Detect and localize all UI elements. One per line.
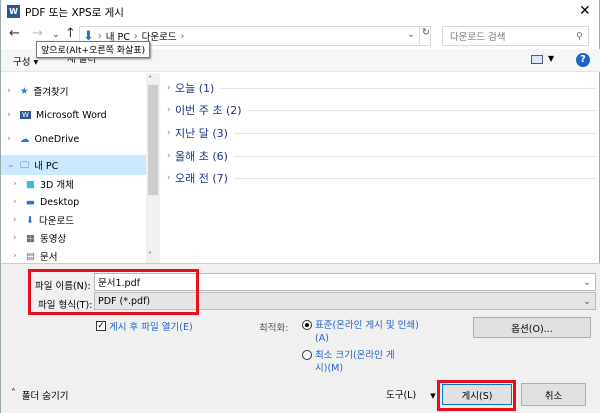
address-dropdown-icon[interactable]: ⌄ xyxy=(407,29,415,40)
sidebar-item-desktop[interactable]: Desktop xyxy=(40,197,79,208)
group-label: 올해 초 (6) xyxy=(175,150,228,163)
cloud-icon: ☁ xyxy=(20,133,30,145)
dialog-window: W PDF 또는 XPS로 게시 ✕ ← → ⌄ ↑ ⬇ › 내 PC › 다운로드… xyxy=(0,0,600,413)
sidebar-item-word[interactable]: Microsoft Word xyxy=(36,110,107,121)
sidebar-scrollbar[interactable]: ˄ ˅ xyxy=(146,73,160,263)
hide-folders-button[interactable]: ˄ 폴더 숨기기 xyxy=(11,388,68,402)
highlight-box-publish xyxy=(437,380,516,411)
group-earlier-this-year[interactable]: › 올해 초 (6) xyxy=(167,148,597,164)
group-last-month[interactable]: › 지난 달 (3) xyxy=(167,125,597,141)
back-button[interactable]: ← xyxy=(9,26,20,41)
video-icon: ▦ xyxy=(26,232,35,244)
close-button[interactable]: ✕ xyxy=(579,3,591,19)
group-earlier-this-week[interactable]: › 이번 주 초 (2) xyxy=(167,102,597,118)
word-icon: W xyxy=(7,5,20,18)
view-icon[interactable] xyxy=(531,55,543,64)
radio-minimum-label: 최소 크기(온라인 게시)(M) xyxy=(315,350,395,374)
dropdown-icon: ▼ xyxy=(430,392,436,400)
group-label: 오늘 (1) xyxy=(175,82,215,95)
sidebar-item-my-pc[interactable]: 내 PC xyxy=(34,158,58,172)
group-label: 이번 주 초 (2) xyxy=(175,104,242,117)
search-icon: ⚲ xyxy=(576,30,583,42)
group-label: 지난 달 (3) xyxy=(175,127,228,140)
refresh-button[interactable]: ↻ xyxy=(419,27,433,45)
document-icon: ▤ xyxy=(26,250,35,262)
view-dropdown-icon[interactable]: ▼ xyxy=(548,54,554,63)
cancel-button[interactable]: 취소 xyxy=(521,383,586,406)
sidebar-item-documents[interactable]: 문서 xyxy=(40,249,57,263)
group-label: 오래 전 (7) xyxy=(175,172,228,185)
chevron-down-icon: ⌄ xyxy=(583,276,591,288)
sidebar-item-downloads[interactable]: 다운로드 xyxy=(39,213,74,227)
navigation-pane: › ★ 즐겨찾기 › W Microsoft Word › ☁ OneDrive ⌄ 🖵 내 P… xyxy=(1,73,146,263)
highlight-box-filename xyxy=(28,269,199,315)
star-icon: ★ xyxy=(20,85,29,97)
window-title: PDF 또는 XPS로 게시 xyxy=(25,7,124,19)
group-long-ago[interactable]: › 오래 전 (7) xyxy=(167,170,597,186)
options-button[interactable]: 옵션(O)... xyxy=(473,317,591,338)
save-options-panel: 파일 이름(N): 문서1.pdf ⌄ 파일 형식(T): PDF (*.pdf)… xyxy=(1,263,600,413)
sidebar-item-3d[interactable]: 3D 개체 xyxy=(40,177,74,191)
word-icon: W xyxy=(20,111,31,119)
open-after-checkbox[interactable]: ✓ xyxy=(96,321,106,331)
sidebar-item-favorites[interactable]: 즐겨찾기 xyxy=(34,84,69,98)
sidebar-item-videos[interactable]: 동영상 xyxy=(40,231,66,245)
up-button[interactable]: ↑ xyxy=(65,26,76,41)
download-icon: ⬇ xyxy=(26,214,34,226)
tools-label: 도구(L) xyxy=(386,390,417,401)
tooltip: 앞으로(Alt+오른쪽 화살표) xyxy=(36,41,151,58)
computer-icon: 🖵 xyxy=(20,159,30,171)
optimize-label: 최적화: xyxy=(259,323,289,334)
hide-folders-label: 폴더 숨기기 xyxy=(21,391,69,402)
tools-button[interactable]: 도구(L) ▼ xyxy=(386,387,436,401)
chevron-down-icon: ⌄ xyxy=(583,295,591,307)
search-placeholder: 다운로드 검색 xyxy=(450,32,506,43)
sidebar-item-onedrive[interactable]: OneDrive xyxy=(35,134,80,145)
organize-label: 구성 xyxy=(13,57,31,68)
search-input[interactable]: 다운로드 검색 ⚲ xyxy=(442,26,589,46)
organize-button[interactable]: 구성 ▾ xyxy=(13,54,38,68)
desktop-icon: ▬ xyxy=(26,196,35,208)
open-after-label: 게시 후 파일 열기(E) xyxy=(109,322,193,333)
3d-objects-icon: ■ xyxy=(26,178,35,190)
chevron-up-icon: ˄ xyxy=(11,388,16,399)
radio-minimum[interactable] xyxy=(302,350,312,360)
radio-standard-label: 표준(온라인 게시 및 인쇄)(A) xyxy=(315,320,419,344)
scrollbar-thumb[interactable] xyxy=(148,85,158,195)
forward-button[interactable]: → xyxy=(32,26,43,41)
help-icon[interactable]: ? xyxy=(576,53,590,67)
group-today[interactable]: › 오늘 (1) xyxy=(167,80,597,96)
recent-locations-button[interactable]: ⌄ xyxy=(52,30,60,40)
radio-standard[interactable] xyxy=(302,320,312,330)
